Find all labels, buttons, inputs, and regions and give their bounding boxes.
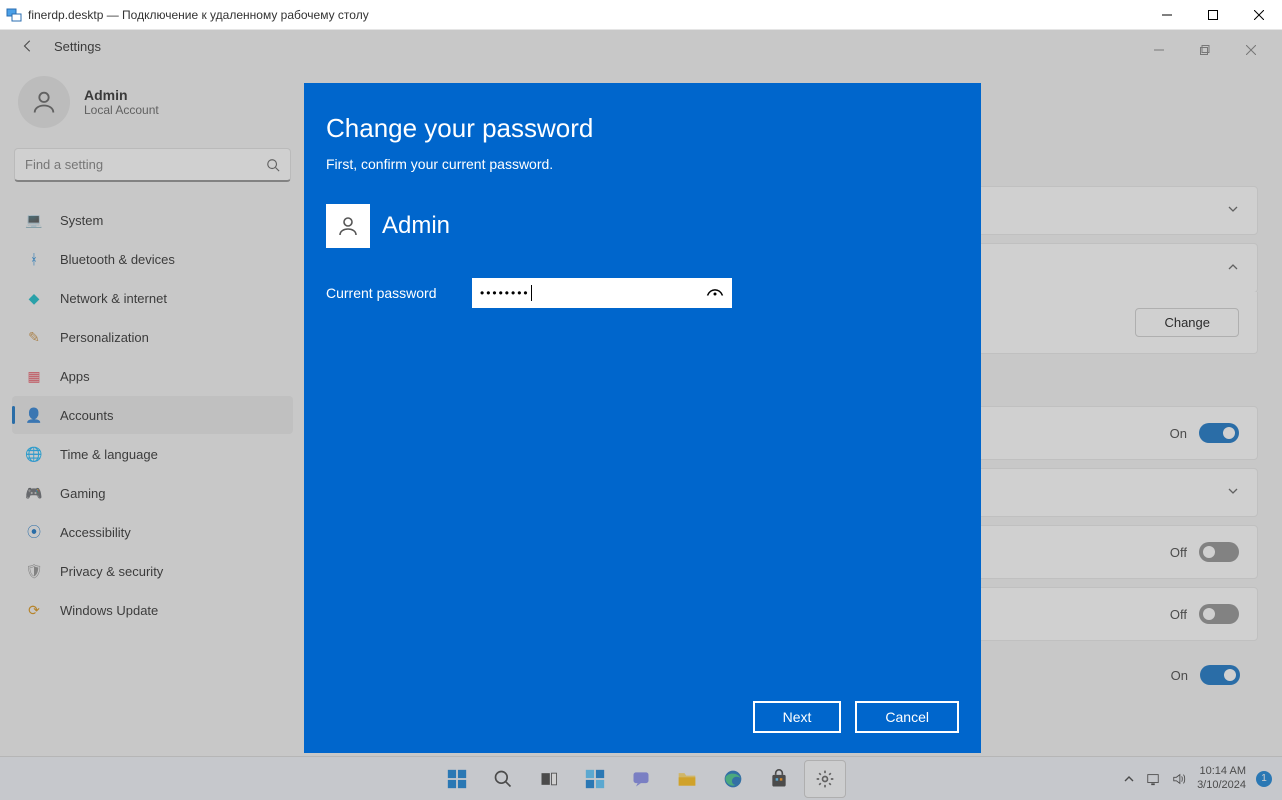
sidebar-item-label: Accessibility: [60, 525, 131, 540]
sidebar-item-time-language[interactable]: 🌐 Time & language: [12, 435, 293, 473]
sidebar-item-label: Accounts: [60, 408, 113, 423]
nav-icon: ✎: [24, 327, 44, 347]
change-button[interactable]: Change: [1135, 308, 1239, 337]
sidebar-item-label: System: [60, 213, 103, 228]
nav-icon: ⟳: [24, 600, 44, 620]
inner-close-button[interactable]: [1228, 30, 1274, 70]
user-account-type: Local Account: [84, 103, 159, 117]
outer-maximize-button[interactable]: [1190, 0, 1236, 29]
widgets-icon[interactable]: [574, 760, 616, 798]
search-icon: [256, 158, 290, 172]
sidebar-item-bluetooth-devices[interactable]: ᚼ Bluetooth & devices: [12, 240, 293, 278]
tray-clock[interactable]: 10:14 AM 3/10/2024: [1197, 765, 1246, 791]
sidebar-item-label: Apps: [60, 369, 90, 384]
reveal-password-icon[interactable]: [706, 284, 724, 303]
settings-app-icon[interactable]: [804, 760, 846, 798]
inner-restore-button[interactable]: [1182, 30, 1228, 70]
toggle-switch[interactable]: [1200, 665, 1240, 685]
sidebar-item-accounts[interactable]: 👤 Accounts: [12, 396, 293, 434]
sidebar-item-personalization[interactable]: ✎ Personalization: [12, 318, 293, 356]
user-name: Admin: [84, 87, 159, 103]
change-password-dialog: Change your password First, confirm your…: [304, 83, 981, 753]
sidebar-item-label: Windows Update: [60, 603, 158, 618]
toggle-switch[interactable]: [1199, 604, 1239, 624]
sidebar-item-accessibility[interactable]: ⦿ Accessibility: [12, 513, 293, 551]
settings-title: Settings: [54, 39, 101, 54]
sidebar-item-system[interactable]: 💻 System: [12, 201, 293, 239]
sidebar-item-label: Gaming: [60, 486, 106, 501]
password-masked-value: ••••••••: [480, 286, 530, 300]
task-view-icon[interactable]: [528, 760, 570, 798]
settings-sidebar: Admin Local Account 💻 System ᚼ Bluetooth & …: [0, 60, 305, 798]
back-button[interactable]: [18, 36, 38, 56]
sidebar-item-gaming[interactable]: 🎮 Gaming: [12, 474, 293, 512]
sidebar-item-windows-update[interactable]: ⟳ Windows Update: [12, 591, 293, 629]
toggle-state-label: Off: [1170, 545, 1187, 560]
sidebar-item-label: Time & language: [60, 447, 158, 462]
sidebar-item-label: Personalization: [60, 330, 149, 345]
outer-close-button[interactable]: [1236, 0, 1282, 29]
tray-time: 10:14 AM: [1197, 765, 1246, 778]
inner-minimize-button[interactable]: [1136, 30, 1182, 70]
toggle-state-label: Off: [1170, 607, 1187, 622]
search-input-container[interactable]: [14, 148, 291, 182]
outer-minimize-button[interactable]: [1144, 0, 1190, 29]
user-block[interactable]: Admin Local Account: [6, 60, 299, 148]
chevron-down-icon: [1227, 203, 1239, 218]
notification-badge[interactable]: 1: [1256, 771, 1272, 787]
text-cursor: [531, 285, 532, 301]
nav-icon: 💻: [24, 210, 44, 230]
rdp-window-title: finerdp.desktp — Подключение к удаленном…: [28, 8, 1144, 22]
rdp-titlebar: finerdp.desktp — Подключение к удаленном…: [0, 0, 1282, 30]
nav-icon: ▦: [24, 366, 44, 386]
taskbar: 10:14 AM 3/10/2024 1: [0, 756, 1282, 800]
toggle-switch[interactable]: [1199, 542, 1239, 562]
network-icon[interactable]: [1145, 772, 1161, 786]
next-button[interactable]: Next: [753, 701, 842, 733]
dialog-username: Admin: [382, 212, 450, 240]
edge-icon[interactable]: [712, 760, 754, 798]
current-password-input[interactable]: ••••••••: [472, 278, 732, 308]
start-button[interactable]: [436, 760, 478, 798]
user-avatar-icon: [18, 76, 70, 128]
sidebar-item-label: Privacy & security: [60, 564, 163, 579]
chat-icon[interactable]: [620, 760, 662, 798]
toggle-state-label: On: [1170, 426, 1187, 441]
nav-icon: 👤: [24, 405, 44, 425]
nav-icon: 🌐: [24, 444, 44, 464]
nav-icon: 🛡: [24, 561, 44, 581]
sidebar-item-apps[interactable]: ▦ Apps: [12, 357, 293, 395]
rdp-app-icon: [6, 7, 22, 23]
toggle-state-label: On: [1171, 668, 1188, 683]
dialog-subtitle: First, confirm your current password.: [326, 156, 959, 172]
volume-icon[interactable]: [1171, 772, 1187, 786]
tray-date: 3/10/2024: [1197, 779, 1246, 792]
chevron-down-icon: [1227, 485, 1239, 500]
nav-icon: 🎮: [24, 483, 44, 503]
nav-icon: ◆: [24, 288, 44, 308]
sidebar-item-network-internet[interactable]: ◆ Network & internet: [12, 279, 293, 317]
current-password-label: Current password: [326, 285, 472, 301]
dialog-title: Change your password: [326, 113, 959, 144]
sidebar-item-label: Bluetooth & devices: [60, 252, 175, 267]
sidebar-item-privacy-security[interactable]: 🛡 Privacy & security: [12, 552, 293, 590]
file-explorer-icon[interactable]: [666, 760, 708, 798]
cancel-button[interactable]: Cancel: [855, 701, 959, 733]
dialog-user-avatar-icon: [326, 204, 370, 248]
nav-icon: ᚼ: [24, 249, 44, 269]
tray-chevron-up-icon[interactable]: [1123, 773, 1135, 785]
search-input[interactable]: [15, 157, 256, 172]
toggle-switch[interactable]: [1199, 423, 1239, 443]
nav-icon: ⦿: [24, 522, 44, 542]
sidebar-item-label: Network & internet: [60, 291, 167, 306]
store-icon[interactable]: [758, 760, 800, 798]
taskbar-search-icon[interactable]: [482, 760, 524, 798]
chevron-up-icon: [1227, 261, 1239, 276]
